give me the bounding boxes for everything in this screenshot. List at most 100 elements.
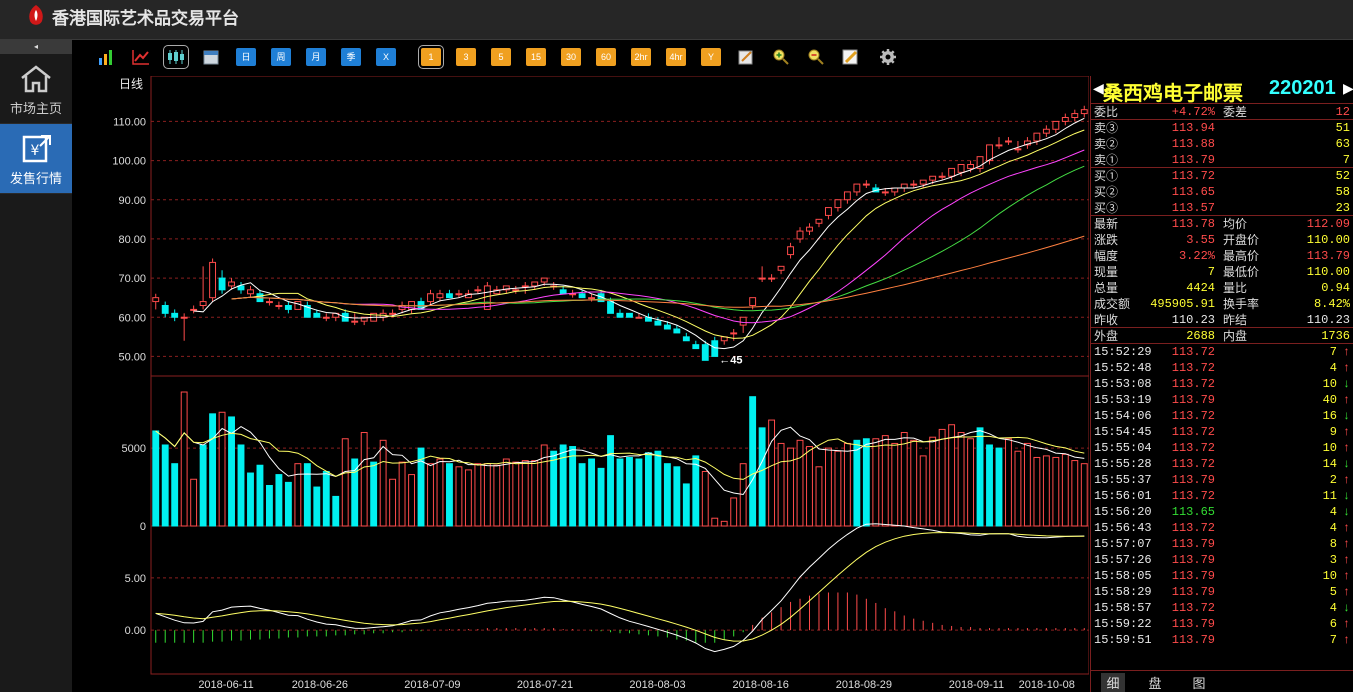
volume-bar xyxy=(408,474,415,527)
volume-bar xyxy=(995,447,1003,527)
minute-3-button[interactable]: 3 xyxy=(456,48,476,66)
candle xyxy=(237,282,245,294)
candle-body xyxy=(237,285,245,291)
volume-bar xyxy=(730,497,738,527)
candle xyxy=(806,223,813,235)
minute-30-button[interactable]: 30 xyxy=(561,48,581,66)
period-week-button[interactable]: 周 xyxy=(271,48,291,66)
tick-p: 113.72 xyxy=(1171,425,1215,439)
candle-body xyxy=(948,167,956,177)
volume-bar xyxy=(616,458,624,527)
candle xyxy=(919,179,927,188)
year-button[interactable]: Y xyxy=(701,48,721,66)
tick-t: 15:53:08 xyxy=(1094,377,1152,391)
hour-2-button[interactable]: 2hr xyxy=(631,48,651,66)
quote-row: 买① 113.72 52 xyxy=(1091,168,1353,184)
next-item-icon[interactable]: ▶ xyxy=(1343,80,1353,97)
volume-bar xyxy=(256,464,264,527)
candle-body xyxy=(853,183,861,193)
quote-value: +4.72% xyxy=(1171,105,1215,119)
macd-tick-label: 0.00 xyxy=(125,625,146,637)
period-quarter-button[interactable]: 季 xyxy=(341,48,361,66)
volume-bar xyxy=(370,461,378,527)
volume-bar xyxy=(749,396,757,527)
candle xyxy=(730,329,738,341)
quote-label: 委比 xyxy=(1094,105,1119,119)
volume-bar xyxy=(161,444,169,527)
quote-value: 112.09 xyxy=(1306,217,1350,231)
period-x-button[interactable]: X xyxy=(376,48,396,66)
tab-book[interactable]: 盘 xyxy=(1143,673,1167,692)
candle xyxy=(815,218,823,228)
volume-bar xyxy=(332,495,340,527)
minute-60-button[interactable]: 60 xyxy=(596,48,616,66)
candle xyxy=(739,316,747,333)
candle xyxy=(550,282,558,290)
quote-value: 2688 xyxy=(1186,329,1215,343)
tick-q: 10 xyxy=(1322,441,1337,455)
minute-15-button[interactable]: 15 xyxy=(526,48,546,66)
bar-chart-icon[interactable] xyxy=(96,48,116,66)
candle-body xyxy=(1052,120,1060,130)
tick-row: 15:59:22 113.79 6 ↑ xyxy=(1091,616,1353,632)
quote-value: 12 xyxy=(1335,105,1350,119)
gear-icon[interactable] xyxy=(878,48,898,66)
volume-tick-label: 0 xyxy=(140,521,146,533)
quote-row: 外盘 2688 内盘 1736 xyxy=(1091,328,1353,344)
tick-p: 113.72 xyxy=(1171,601,1215,615)
quote-row: 总量 4424 量比 0.94 xyxy=(1091,280,1353,296)
candle-body xyxy=(929,175,937,181)
hour-4-button[interactable]: 4hr xyxy=(666,48,686,66)
date-tick-label: 2018-08-16 xyxy=(733,679,789,691)
minute-1-button[interactable]: 1 xyxy=(418,45,444,69)
candle xyxy=(199,266,207,310)
quote-value: 113.88 xyxy=(1171,137,1215,151)
candle-body xyxy=(161,305,169,314)
candle xyxy=(626,312,633,318)
tick-q: 40 xyxy=(1322,393,1337,407)
line-chart-icon[interactable] xyxy=(131,48,151,66)
tick-row: 15:53:08 113.72 10 ↓ xyxy=(1091,376,1353,392)
price-tick-label: 90.00 xyxy=(118,195,146,207)
sidebar-item-issue-quote[interactable]: ¥ 发售行情 xyxy=(0,124,72,194)
sidebar-item-market-home[interactable]: 市场主页 xyxy=(0,54,72,124)
candle-body xyxy=(559,289,567,295)
period-day-button[interactable]: 日 xyxy=(236,48,256,66)
candle-body xyxy=(284,305,292,310)
minute-5-button[interactable]: 5 xyxy=(491,48,511,66)
tick-list[interactable]: 15:52:29 113.72 7 ↑ 15:52:48 113.72 4 ↑ 15:53:08… xyxy=(1091,344,1353,648)
tick-q: 7 xyxy=(1329,345,1337,359)
tick-p: 113.79 xyxy=(1171,633,1215,647)
zoom-out-icon[interactable] xyxy=(806,48,826,66)
candle-body xyxy=(171,312,179,318)
kline-chart[interactable]: 110.00 100.00 90.00 80.00 70.00 60.00 50.00 日线 ←… xyxy=(86,76,1089,692)
quote-row: 幅度 3.22% 最高价 113.79 xyxy=(1091,248,1353,264)
quote-value: 495905.91 xyxy=(1150,297,1215,311)
candle xyxy=(654,317,662,326)
tab-detail[interactable]: 细 xyxy=(1101,673,1125,692)
app-title: 香港国际艺术品交易平台 xyxy=(52,9,239,28)
tick-t: 15:59:22 xyxy=(1094,617,1152,631)
tick-t: 15:56:20 xyxy=(1094,505,1152,519)
period-month-button[interactable]: 月 xyxy=(306,48,326,66)
date-tick-label: 2018-09-11 xyxy=(949,679,1004,691)
calendar-icon[interactable] xyxy=(201,48,221,66)
volume-bar xyxy=(190,478,198,527)
candle xyxy=(275,301,283,310)
candle xyxy=(891,187,899,196)
tab-chart[interactable]: 图 xyxy=(1187,673,1211,692)
tick-t: 15:57:26 xyxy=(1094,553,1152,567)
chart-toolbar: 日 周 月 季 X 1 3 5 15 30 60 2hr 4hr Y xyxy=(86,40,1353,76)
draw-icon[interactable] xyxy=(736,48,756,66)
volume-bar xyxy=(464,469,472,527)
tick-d: ↑ xyxy=(1342,425,1350,439)
candlestick-icon[interactable] xyxy=(163,45,189,69)
tick-d: ↑ xyxy=(1342,393,1350,407)
kline-chart-svg[interactable]: 110.00 100.00 90.00 80.00 70.00 60.00 50.00 日线 ←… xyxy=(86,76,1089,692)
volume-bar xyxy=(881,435,889,527)
candle-body xyxy=(768,277,776,280)
sidebar-collapse-button[interactable]: ◂ xyxy=(0,40,72,54)
zoom-in-icon[interactable] xyxy=(771,48,791,66)
pencil-icon[interactable] xyxy=(841,48,861,66)
candle xyxy=(825,207,832,220)
